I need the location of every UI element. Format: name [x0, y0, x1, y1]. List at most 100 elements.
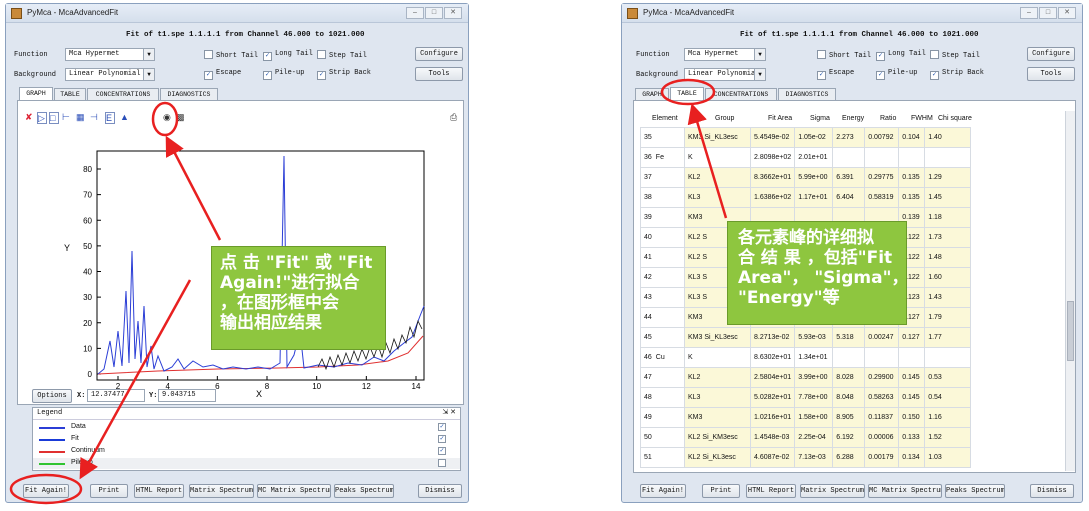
table-cell-ratio[interactable]: 0.29775 — [864, 167, 900, 188]
table-cell-group[interactable]: KM3 Si_KL3esc — [684, 127, 751, 148]
tab-concentrations[interactable]: CONCENTRATIONS — [87, 88, 159, 100]
energy-axis-icon[interactable]: ⊣ — [90, 112, 98, 122]
table-cell-energy[interactable] — [832, 347, 866, 368]
strip-back-checkbox[interactable]: ✓ Strip Back — [317, 69, 371, 80]
y-autoscale-icon[interactable]: ▷ — [37, 112, 47, 124]
table-cell-energy[interactable]: 6.404 — [832, 187, 866, 208]
table-cell-group[interactable]: K — [684, 147, 751, 168]
table-cell-fwhm[interactable] — [898, 347, 926, 368]
short-tail-checkbox[interactable]: Short Tail — [204, 50, 258, 60]
table-cell-energy[interactable]: 8.028 — [832, 367, 866, 388]
table-cell-ratio[interactable]: 0.11837 — [864, 407, 900, 428]
tab-diagnostics[interactable]: DIAGNOSTICS — [778, 88, 836, 100]
reset-zoom-icon[interactable]: ✘ — [25, 112, 33, 122]
html-report-button[interactable]: HTML Report — [746, 484, 796, 498]
table-cell-area[interactable]: 1.6386e+02 — [749, 187, 796, 208]
table-cell-chi[interactable] — [924, 347, 972, 368]
row-number-cell[interactable]: 41 — [640, 247, 685, 268]
table-cell-area[interactable]: 5.4549e-02 — [749, 127, 796, 148]
table-cell-fwhm[interactable]: 0.145 — [898, 367, 926, 388]
tab-diagnostics[interactable]: DIAGNOSTICS — [160, 88, 218, 100]
print-button[interactable]: Print — [702, 484, 740, 498]
table-cell-fwhm[interactable]: 0.135 — [898, 167, 926, 188]
configure-button[interactable]: Configure — [1027, 47, 1075, 61]
matrix-spectrum-button[interactable]: Matrix Spectrum — [189, 484, 254, 498]
table-row[interactable]: 48 KL3 5.0282e+01 7.78e+00 8.048 0.58263 0.145… — [640, 387, 972, 408]
table-cell-energy[interactable] — [832, 147, 866, 168]
row-number-cell[interactable]: 47 — [640, 367, 685, 388]
tools-button[interactable]: Tools — [1027, 67, 1075, 81]
row-number-cell[interactable]: 49 — [640, 407, 685, 428]
row-number-cell[interactable]: 35 — [640, 127, 685, 148]
background-select[interactable]: Linear Polynomial ▼ — [65, 68, 155, 81]
table-cell-chi[interactable]: 1.73 — [924, 227, 972, 248]
vertical-scrollbar[interactable] — [1065, 111, 1075, 471]
options-button[interactable]: Options — [32, 389, 72, 403]
pile-up-checkbox[interactable]: ✓ Pile-up — [263, 69, 304, 80]
tab-concentrations[interactable]: CONCENTRATIONS — [705, 88, 777, 100]
maximize-button[interactable]: □ — [425, 7, 443, 19]
table-cell-chi[interactable]: 0.53 — [924, 367, 972, 388]
col-fit-area[interactable]: Fit Area — [768, 115, 792, 122]
col-energy[interactable]: Energy — [842, 115, 864, 122]
scrollbar-thumb[interactable] — [1067, 301, 1074, 361]
grid-icon[interactable]: ▦ — [76, 112, 85, 122]
binoculars-icon[interactable]: ◉ — [163, 112, 171, 122]
minimize-button[interactable]: – — [1020, 7, 1038, 19]
table-row[interactable]: 46 Cu K 8.6302e+01 1.34e+01 — [640, 347, 972, 368]
minimize-button[interactable]: – — [406, 7, 424, 19]
table-cell-sigma[interactable]: 2.01e+01 — [794, 147, 834, 168]
legend-checkbox[interactable]: ✓ — [438, 435, 446, 443]
table-cell-group[interactable]: KL3 — [684, 387, 751, 408]
table-cell-ratio[interactable]: 0.58319 — [864, 187, 900, 208]
row-number-cell[interactable]: 42 — [640, 267, 685, 288]
x-coord-field[interactable]: 12.37477 — [87, 389, 145, 402]
table-cell-sigma[interactable]: 3.99e+00 — [794, 367, 834, 388]
table-cell-chi[interactable]: 1.40 — [924, 127, 972, 148]
table-cell-group[interactable]: KL2 — [684, 167, 751, 188]
table-cell-area[interactable]: 1.4548e-03 — [749, 427, 796, 448]
row-number-cell[interactable]: 40 — [640, 227, 685, 248]
row-number-cell[interactable]: 50 — [640, 427, 685, 448]
table-cell-ratio[interactable]: 0.58263 — [864, 387, 900, 408]
pile-up-checkbox[interactable]: ✓ Pile-up — [876, 69, 917, 80]
print-button[interactable]: Print — [90, 484, 128, 498]
table-cell-group[interactable]: KL2 Si_KM3esc — [684, 427, 751, 448]
table-cell-sigma[interactable]: 7.13e-03 — [794, 447, 834, 468]
table-cell-fwhm[interactable]: 0.135 — [898, 187, 926, 208]
table-cell-sigma[interactable]: 7.78e+00 — [794, 387, 834, 408]
table-row[interactable]: 35 KM3 Si_KL3esc 5.4549e-02 1.05e-02 2.273 0.… — [640, 127, 972, 148]
matrix-spectrum-button[interactable]: Matrix Spectrum — [800, 484, 865, 498]
legend-item[interactable]: Data ✓ — [33, 422, 460, 433]
table-cell-sigma[interactable]: 5.93e-03 — [794, 327, 834, 348]
table-cell-fwhm[interactable]: 0.104 — [898, 127, 926, 148]
table-row[interactable]: 49 KM3 1.0216e+01 1.58e+00 8.905 0.11837 0.150… — [640, 407, 972, 428]
table-cell-group[interactable]: KL2 Si_KL3esc — [684, 447, 751, 468]
background-select[interactable]: Linear Polynomial ▼ — [684, 68, 766, 81]
table-row[interactable]: 45 KM3 Si_KL3esc 8.2713e-02 5.93e-03 5.318 0.… — [640, 327, 972, 348]
peaks-spectrum-button[interactable]: Peaks Spectrum — [945, 484, 1005, 498]
row-number-cell[interactable]: 39 — [640, 207, 685, 228]
table-cell-sigma[interactable]: 1.05e-02 — [794, 127, 834, 148]
col-element[interactable]: Element — [652, 115, 678, 122]
table-cell-chi[interactable] — [924, 147, 972, 168]
table-cell-chi[interactable]: 1.43 — [924, 287, 972, 308]
x-autoscale-icon[interactable]: □ — [49, 112, 59, 124]
table-cell-ratio[interactable] — [864, 147, 900, 168]
table-cell-fwhm[interactable]: 0.150 — [898, 407, 926, 428]
long-tail-checkbox[interactable]: ✓ Long Tail — [876, 50, 926, 61]
col-ratio[interactable]: Ratio — [880, 115, 896, 122]
legend-checkbox[interactable] — [438, 459, 446, 467]
maximize-button[interactable]: □ — [1039, 7, 1057, 19]
table-cell-ratio[interactable]: 0.00006 — [864, 427, 900, 448]
table-cell-area[interactable]: 5.0282e+01 — [749, 387, 796, 408]
tab-table[interactable]: TABLE — [54, 88, 86, 100]
log-scale-icon[interactable]: ⊢ — [62, 112, 70, 122]
table-cell-area[interactable]: 2.8098e+02 — [749, 147, 796, 168]
save-icon[interactable]: ▩ — [176, 112, 185, 122]
table-row[interactable]: 37 KL2 8.3662e+01 5.99e+00 6.391 0.29775 0.135… — [640, 167, 972, 188]
escape-checkbox[interactable]: ✓ Escape — [204, 69, 241, 80]
col-sigma[interactable]: Sigma — [810, 115, 830, 122]
table-cell-area[interactable]: 8.2713e-02 — [749, 327, 796, 348]
table-cell-fwhm[interactable]: 0.145 — [898, 387, 926, 408]
